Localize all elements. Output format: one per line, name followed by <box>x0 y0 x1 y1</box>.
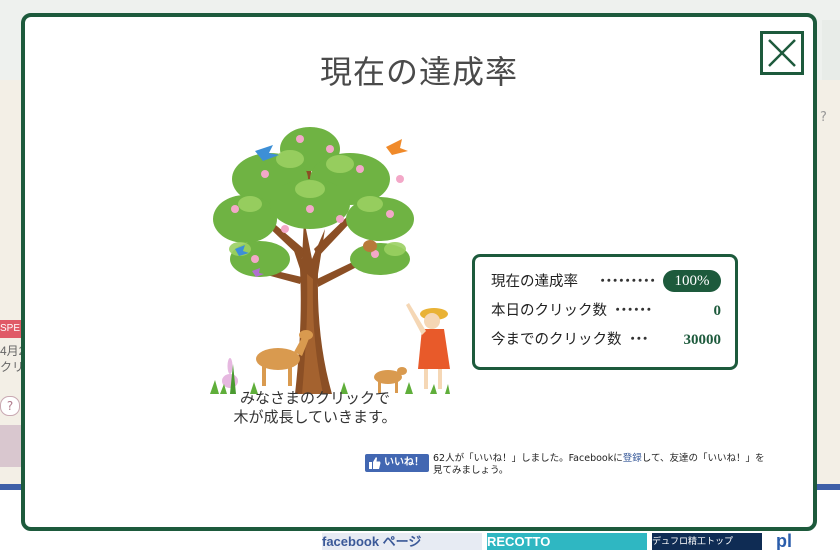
stat-label: 現在の達成率 <box>491 274 578 290</box>
stat-row-rate: 現在の達成率 ･････････ 100% <box>491 270 721 294</box>
print-banner[interactable]: pl <box>776 533 840 550</box>
register-link[interactable]: 登録 <box>623 453 642 464</box>
rate-value-badge: 100% <box>663 270 721 292</box>
tree-caption: みなさまのクリックで 木が成長していきます。 <box>175 389 455 427</box>
like-text-part: 62人が「いいね！」しました。Facebookに <box>433 453 623 464</box>
facebook-page-banner[interactable]: facebook ページ <box>322 533 482 550</box>
achievement-modal: 現在の達成率 みなさまのクリックで 木が成長していきます。 現在の達成率 ･･･… <box>21 13 817 531</box>
background-right-strip <box>822 20 840 80</box>
stat-label: 本日のクリック数 <box>491 303 607 319</box>
background-block <box>0 425 22 467</box>
stats-panel: 現在の達成率 ･････････ 100% 本日のクリック数 ･･････ 0 … <box>472 254 738 370</box>
caption-line: みなさまのクリックで <box>239 389 390 407</box>
stat-row-total: 今までのクリック数 ･･･ 30000 <box>491 328 721 352</box>
close-x-icon <box>768 39 796 67</box>
stat-leader-dots: ･･･ <box>629 332 649 348</box>
stat-row-today: 本日のクリック数 ･･････ 0 <box>491 299 721 323</box>
facebook-like-text: 62人が「いいね！」しました。Facebookに登録して、友達の「いいね！」を見… <box>433 453 773 477</box>
stat-leader-dots: ･････････ <box>599 274 656 290</box>
stat-value: 30000 <box>683 332 722 348</box>
stat-value: 0 <box>713 303 722 319</box>
like-label: いいね！ <box>384 457 424 468</box>
facebook-like-button[interactable]: いいね！ <box>365 454 429 472</box>
company-top-banner[interactable]: デュフロ精工トップ <box>652 533 762 550</box>
help-icon[interactable]: ? <box>820 110 838 128</box>
modal-title: 現在の達成率 <box>319 53 518 91</box>
recotto-banner[interactable]: RECOTTO <box>487 533 647 550</box>
close-button[interactable] <box>760 31 804 75</box>
background-badge: SPE <box>0 320 22 338</box>
caption-line: 木が成長していきます。 <box>233 408 397 426</box>
stat-label: 今までのクリック数 <box>491 332 622 348</box>
stat-leader-dots: ･･････ <box>614 303 652 319</box>
thumbs-up-icon <box>369 457 381 469</box>
tree-illustration <box>190 109 450 399</box>
help-icon[interactable]: ? <box>0 396 20 416</box>
